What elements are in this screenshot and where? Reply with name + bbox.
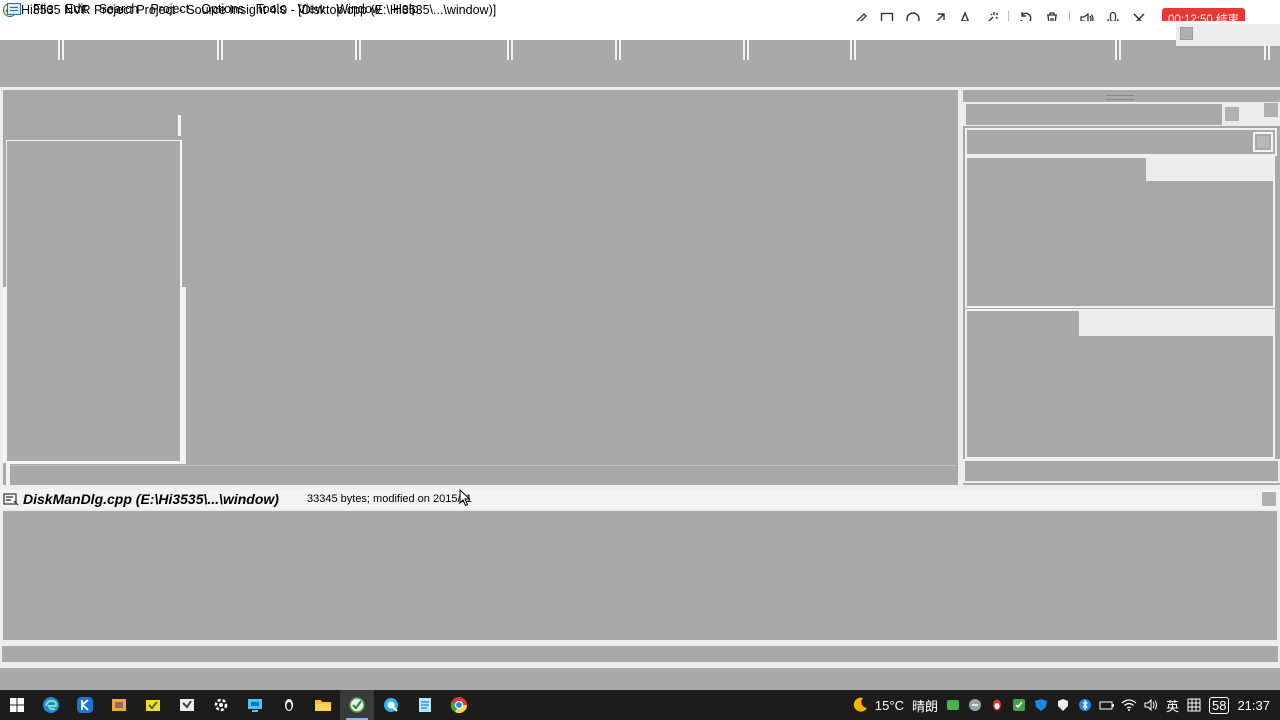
mouse-cursor-icon bbox=[459, 488, 471, 510]
context-window-body[interactable] bbox=[0, 509, 1280, 641]
menu-edit[interactable]: Edit bbox=[59, 2, 93, 16]
menu-tools[interactable]: Tools bbox=[250, 2, 291, 16]
toolbar-grip[interactable] bbox=[505, 40, 515, 60]
weather-moon-icon[interactable] bbox=[849, 690, 871, 720]
menu-help[interactable]: Help bbox=[387, 2, 425, 16]
start-icon[interactable] bbox=[0, 690, 34, 720]
context-file-info: 33345 bytes; modified on 2015/11 bbox=[307, 493, 472, 505]
menu-project[interactable]: Project bbox=[144, 2, 195, 16]
weather-description[interactable]: 晴朗 bbox=[908, 696, 942, 715]
editor-horizontal-scrollbar[interactable] bbox=[6, 465, 956, 485]
toolbar-grip[interactable] bbox=[741, 40, 751, 60]
volume-icon[interactable] bbox=[1140, 690, 1162, 720]
panel-close-button[interactable] bbox=[1264, 103, 1278, 117]
menu-search[interactable]: Search bbox=[93, 2, 145, 16]
chrome-icon[interactable] bbox=[442, 690, 476, 720]
panel-title-field bbox=[966, 104, 1222, 125]
symbol-window-edge bbox=[6, 461, 186, 464]
symbol-window-edge bbox=[3, 287, 7, 463]
menu-bar bbox=[0, 21, 1280, 40]
toolbar-button[interactable] bbox=[1180, 27, 1193, 40]
symbol-window-splitter[interactable] bbox=[178, 115, 181, 136]
toolbar-grip[interactable] bbox=[353, 40, 363, 60]
editor-edge bbox=[6, 463, 10, 485]
security-tray-icon[interactable] bbox=[1030, 690, 1052, 720]
battery-icon[interactable] bbox=[1096, 690, 1118, 720]
bluetooth-icon[interactable] bbox=[1074, 690, 1096, 720]
wechat-tray-icon[interactable] bbox=[942, 690, 964, 720]
remote-icon[interactable] bbox=[238, 690, 272, 720]
filter-button[interactable] bbox=[1253, 132, 1273, 152]
file-explorer-icon[interactable] bbox=[306, 690, 340, 720]
settings-icon[interactable] bbox=[204, 690, 238, 720]
toolbar-grip[interactable] bbox=[215, 40, 225, 60]
project-file-filter-input[interactable] bbox=[965, 128, 1277, 156]
context-window-button[interactable] bbox=[1262, 492, 1276, 506]
browser-q-icon[interactable] bbox=[374, 690, 408, 720]
store-icon[interactable] bbox=[170, 690, 204, 720]
document-window-icon[interactable] bbox=[7, 3, 21, 15]
penguin-icon[interactable] bbox=[272, 690, 306, 720]
toolbar-grip[interactable] bbox=[56, 40, 66, 60]
toolbar-grip[interactable] bbox=[848, 40, 858, 60]
panel-button[interactable] bbox=[1225, 107, 1239, 121]
wifi-icon[interactable] bbox=[1118, 690, 1140, 720]
source-insight-icon[interactable] bbox=[340, 690, 374, 720]
toolbar-grip[interactable] bbox=[613, 40, 623, 60]
list-column-header[interactable] bbox=[1079, 311, 1273, 336]
menu-view[interactable]: View bbox=[292, 2, 331, 16]
input-method-indicator[interactable]: 英 bbox=[1162, 696, 1183, 715]
panel-grip-handle[interactable] bbox=[1106, 95, 1134, 100]
list-column-header[interactable] bbox=[1146, 158, 1273, 181]
toolbar-grip[interactable] bbox=[1113, 40, 1123, 60]
symbol-window[interactable] bbox=[6, 140, 182, 462]
system-tray: 15°C 晴朗 英 58 21:37 bbox=[849, 690, 1280, 720]
menu-options[interactable]: Options bbox=[195, 2, 250, 16]
kugou-icon[interactable] bbox=[68, 690, 102, 720]
divider bbox=[0, 664, 1280, 668]
menu-items: File Edit Search Project Options Tools V… bbox=[27, 2, 425, 16]
edge-icon[interactable] bbox=[34, 690, 68, 720]
context-filename: DiskManDlg.cpp (E:\Hi3535\...\window) bbox=[23, 491, 279, 507]
app-icon[interactable] bbox=[102, 690, 136, 720]
panel-status-bar bbox=[963, 459, 1280, 483]
symbol-window-edge bbox=[181, 287, 186, 463]
folder-tool-icon[interactable] bbox=[136, 690, 170, 720]
menu-window[interactable]: Window bbox=[330, 2, 386, 16]
clock[interactable]: 21:37 bbox=[1233, 698, 1280, 713]
menu-file[interactable]: File bbox=[27, 2, 59, 16]
windows-taskbar: 15°C 晴朗 英 58 21:37 bbox=[0, 690, 1280, 720]
notepad-icon[interactable] bbox=[408, 690, 442, 720]
keyboard-grid-icon[interactable] bbox=[1183, 690, 1205, 720]
shield-tray-icon[interactable] bbox=[1052, 690, 1074, 720]
sync-tray-icon[interactable] bbox=[964, 690, 986, 720]
app-tray-icon[interactable] bbox=[1008, 690, 1030, 720]
toolbar-area bbox=[0, 40, 1280, 86]
weather-temperature[interactable]: 15°C bbox=[871, 698, 908, 713]
notification-badge[interactable]: 58 bbox=[1208, 696, 1230, 714]
status-bar bbox=[0, 644, 1280, 664]
qq-tray-icon[interactable] bbox=[986, 690, 1008, 720]
context-window-icon bbox=[3, 492, 19, 506]
